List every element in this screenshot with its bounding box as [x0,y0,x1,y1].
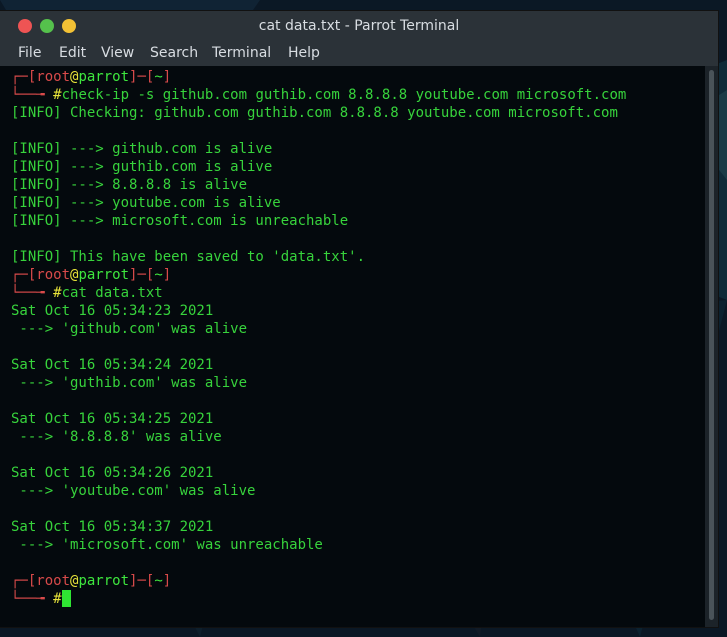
window-title: cat data.txt - Parrot Terminal [258,18,460,34]
output-line: Sat Oct 16 05:34:23 2021 [11,303,214,319]
menu-terminal[interactable]: Terminal [212,45,271,61]
title-bar: cat data.txt - Parrot Terminal [0,11,718,42]
menu-file[interactable]: File [18,45,41,61]
output-line: [INFO] ---> microsoft.com is unreachable [11,213,349,229]
menu-view[interactable]: View [101,45,134,61]
command-text: check-ip -s github.com guthib.com 8.8.8.… [61,87,627,103]
output-line: ---> 'github.com' was alive [11,321,248,337]
output-line: Sat Oct 16 05:34:25 2021 [11,411,214,427]
text-cursor [61,590,71,607]
menu-help[interactable]: Help [288,45,320,61]
output-line: [INFO] ---> github.com is alive [11,141,273,157]
menu-bar: File Edit View Search Terminal Help [0,42,718,66]
output-line: Sat Oct 16 05:34:24 2021 [11,357,214,373]
prompt-command-line: └──╼ #cat data.txt [11,285,163,301]
output-line: ---> 'youtube.com' was alive [11,483,256,499]
command-text: cat data.txt [61,285,163,301]
output-line: [INFO] ---> youtube.com is alive [11,195,281,211]
output-line: ---> '8.8.8.8' was alive [11,429,222,445]
output-line: [INFO] This have been saved to 'data.txt… [11,249,366,265]
menu-search[interactable]: Search [150,45,198,61]
terminal-window: cat data.txt - Parrot Terminal File Edit… [0,11,718,627]
output-line: [INFO] ---> guthib.com is alive [11,159,273,175]
prompt-header: ┌─[root@parrot]─[~] [11,573,172,589]
prompt-command-line: └──╼ # [11,590,71,608]
output-line: [INFO] ---> 8.8.8.8 is alive [11,177,248,193]
prompt-command-line: └──╼ #check-ip -s github.com guthib.com … [11,87,627,103]
output-line: Sat Oct 16 05:34:26 2021 [11,465,214,481]
prompt-header: ┌─[root@parrot]─[~] [11,69,172,85]
prompt-header: ┌─[root@parrot]─[~] [11,267,172,283]
output-line: ---> 'microsoft.com' was unreachable [11,537,323,553]
terminal-output[interactable]: ┌─[root@parrot]─[~] └──╼ #check-ip -s gi… [0,66,705,627]
scrollbar-thumb[interactable] [709,70,714,620]
output-line: [INFO] Checking: github.com guthib.com 8… [11,105,618,121]
output-line: ---> 'guthib.com' was alive [11,375,248,391]
output-line: Sat Oct 16 05:34:37 2021 [11,519,214,535]
scrollbar[interactable] [705,66,718,627]
menu-edit[interactable]: Edit [59,45,86,61]
